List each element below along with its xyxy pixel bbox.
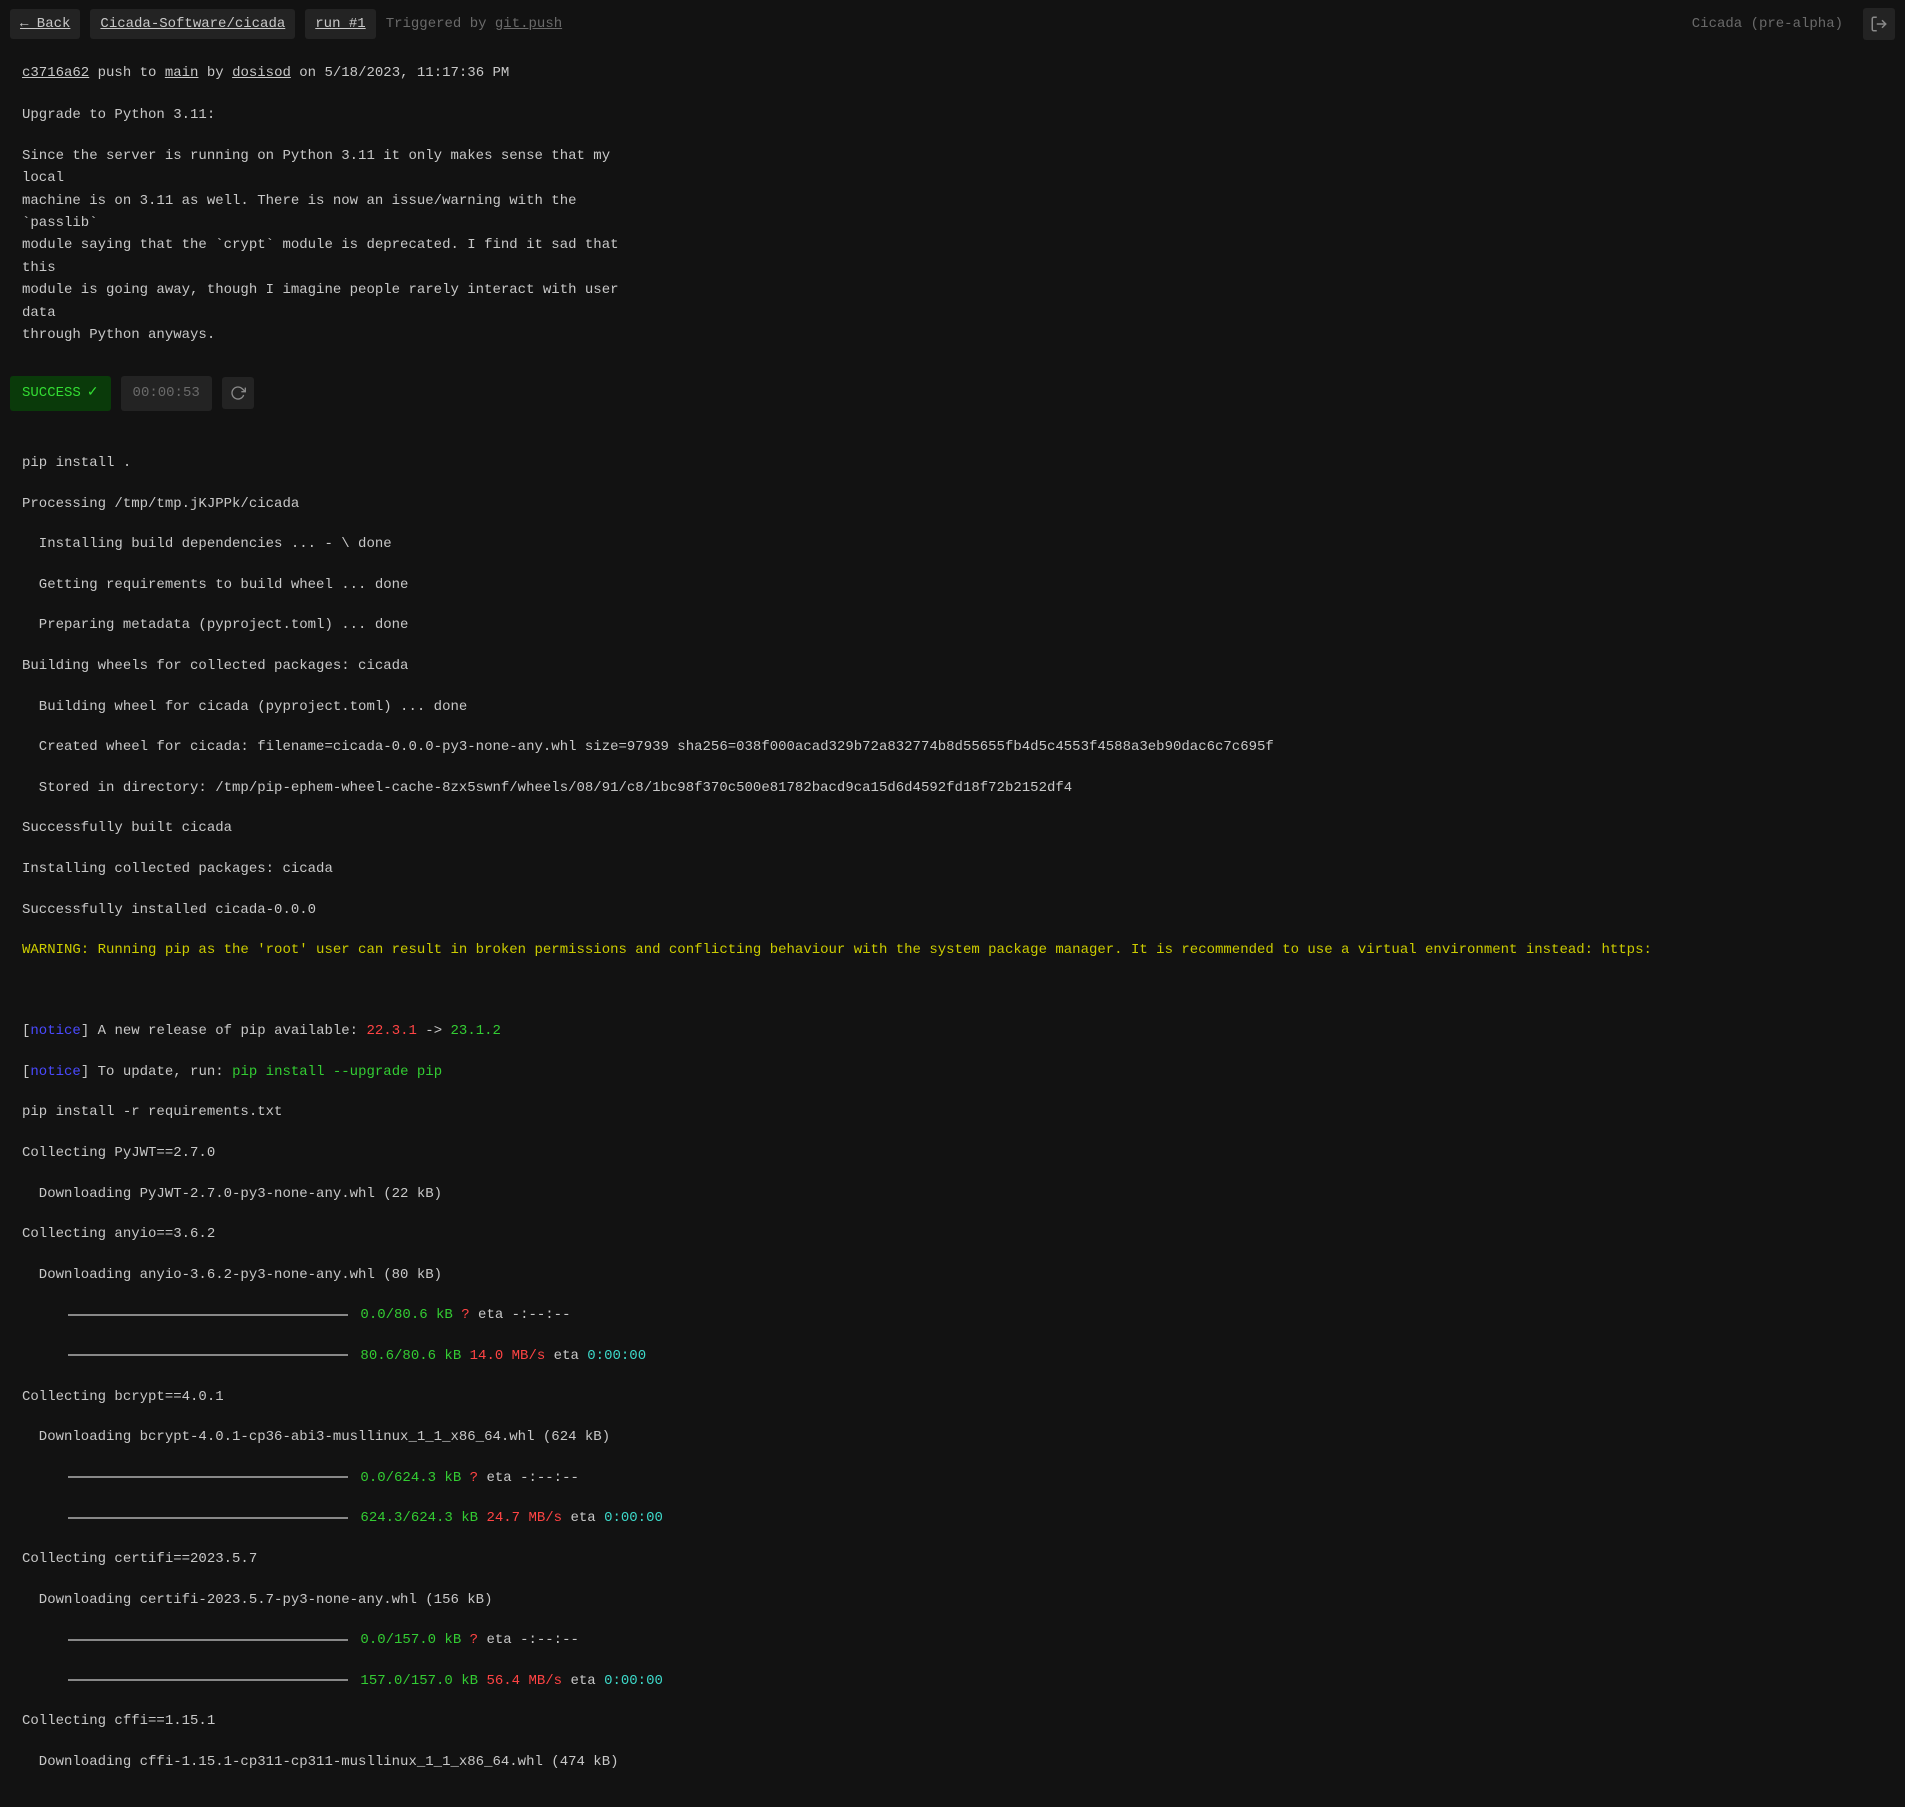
log-line [22,981,1883,1001]
log-line-warning: WARNING: Running pip as the 'root' user … [22,940,1883,960]
log-line: Collecting cffi==1.15.1 [22,1711,1883,1731]
log-line: Successfully built cicada [22,818,1883,838]
back-link[interactable]: ← Back [20,16,70,32]
run-link[interactable]: run #1 [315,16,365,32]
refresh-icon [230,385,246,401]
repo-link[interactable]: Cicada-Software/cicada [100,16,285,32]
branch-link[interactable]: main [165,65,199,81]
log-progress: 157.0/157.0 kB 56.4 MB/s eta 0:00:00 [22,1671,1883,1691]
log-line: Installing collected packages: cicada [22,859,1883,879]
log-output: pip install . Processing /tmp/tmp.jKJPPk… [0,419,1905,1807]
log-line: Downloading PyJWT-2.7.0-py3-none-any.whl… [22,1184,1883,1204]
log-progress: 0.0/624.3 kB ? eta -:--:-- [22,1468,1883,1488]
commit-header: c3716a62 push to main by dosisod on 5/18… [22,62,1883,84]
commit-info: c3716a62 push to main by dosisod on 5/18… [0,48,1905,368]
log-line: Collecting PyJWT==2.7.0 [22,1143,1883,1163]
refresh-button[interactable] [222,377,254,409]
log-line: Stored in directory: /tmp/pip-ephem-whee… [22,778,1883,798]
log-line: Downloading anyio-3.6.2-py3-none-any.whl… [22,1265,1883,1285]
logout-icon [1870,15,1888,33]
log-line: Getting requirements to build wheel ... … [22,575,1883,595]
trigger-label: Triggered by git.push [386,13,562,35]
log-progress: 624.3/624.3 kB 24.7 MB/s eta 0:00:00 [22,1508,1883,1528]
duration-label: 00:00:53 [121,376,212,410]
status-badge: SUCCESS ✓ [10,376,111,410]
log-progress: 0.0/80.6 kB ? eta -:--:-- [22,1305,1883,1325]
log-line: Collecting anyio==3.6.2 [22,1224,1883,1244]
log-line: Downloading cffi-1.15.1-cp311-cp311-musl… [22,1752,1883,1772]
log-line: Installing build dependencies ... - \ do… [22,534,1883,554]
topbar: ← Back Cicada-Software/cicada run #1 Tri… [0,0,1905,48]
log-line: Downloading bcrypt-4.0.1-cp36-abi3-musll… [22,1427,1883,1447]
log-line: Building wheel for cicada (pyproject.tom… [22,697,1883,717]
author-link[interactable]: dosisod [232,65,291,81]
commit-hash-link[interactable]: c3716a62 [22,65,89,81]
log-line-notice: [notice] A new release of pip available:… [22,1021,1883,1041]
log-line: Processing /tmp/tmp.jKJPPk/cicada [22,494,1883,514]
log-line: pip install . [22,453,1883,473]
commit-title: Upgrade to Python 3.11: [22,104,642,126]
status-label: SUCCESS [22,382,81,404]
log-line-notice: [notice] To update, run: pip install --u… [22,1062,1883,1082]
log-progress: 0.0/157.0 kB ? eta -:--:-- [22,1630,1883,1650]
back-button[interactable]: ← Back [10,9,80,39]
log-line: Downloading certifi-2023.5.7-py3-none-an… [22,1590,1883,1610]
status-bar: SUCCESS ✓ 00:00:53 [0,368,1905,418]
trigger-event-link[interactable]: git.push [495,16,562,32]
log-line: pip install -r requirements.txt [22,1102,1883,1122]
log-line: Collecting bcrypt==4.0.1 [22,1387,1883,1407]
log-line: Building wheels for collected packages: … [22,656,1883,676]
log-line: Successfully installed cicada-0.0.0 [22,900,1883,920]
brand-label: Cicada (pre-alpha) [1692,13,1853,35]
log-line: Preparing metadata (pyproject.toml) ... … [22,615,1883,635]
log-line: Created wheel for cicada: filename=cicad… [22,737,1883,757]
log-progress: 80.6/80.6 kB 14.0 MB/s eta 0:00:00 [22,1346,1883,1366]
check-icon: ✓ [87,382,99,404]
run-chip[interactable]: run #1 [305,9,375,39]
repo-chip[interactable]: Cicada-Software/cicada [90,9,295,39]
commit-body: Since the server is running on Python 3.… [22,145,642,347]
logout-button[interactable] [1863,8,1895,40]
log-line: Collecting certifi==2023.5.7 [22,1549,1883,1569]
